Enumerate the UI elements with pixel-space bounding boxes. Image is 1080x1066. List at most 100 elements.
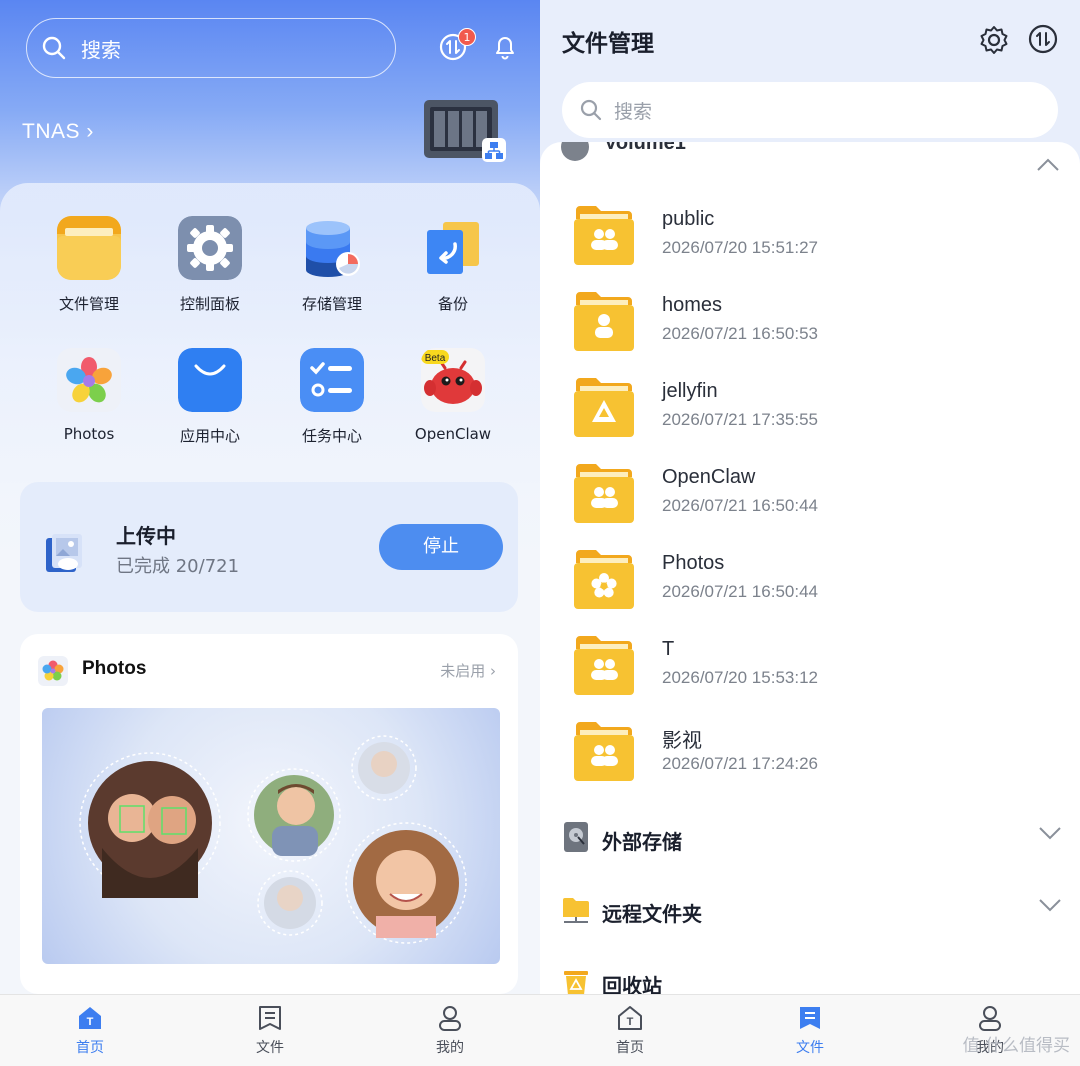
photos-status-link[interactable]: 未启用 › <box>440 660 496 681</box>
remote-folder-icon <box>563 898 589 923</box>
search-bar[interactable]: 搜索 <box>562 82 1058 138</box>
folder-time: 2026/07/21 17:24:26 <box>662 754 818 773</box>
folder-name: jellyfin <box>662 380 718 402</box>
section-remote-folder[interactable]: 远程文件夹 <box>562 894 1062 934</box>
section-label: 远程文件夹 <box>602 902 702 926</box>
app-app-center[interactable]: 应用中心 <box>155 348 265 446</box>
app-photos[interactable]: Photos <box>34 348 144 443</box>
app-label: 控制面板 <box>179 295 240 313</box>
photos-card[interactable]: Photos 未启用 › <box>20 634 518 994</box>
beta-badge: Beta <box>425 353 446 364</box>
bell-icon[interactable] <box>490 32 520 62</box>
search-placeholder: 搜索 <box>614 100 653 123</box>
nav-files[interactable]: 文件 <box>770 1005 850 1057</box>
volume-label: Volume1 <box>604 142 686 154</box>
app-label: 应用中心 <box>179 427 240 445</box>
transfer-icon[interactable] <box>1028 24 1058 54</box>
folder-row[interactable]: T 2026/07/20 15:53:12 <box>574 634 1054 704</box>
search-bar[interactable]: 搜索 <box>26 18 396 78</box>
profile-icon <box>979 1006 1001 1031</box>
home-screen: 搜索 1 TNAS › 文件管理 控制面板 存储管理 备份 Photos 应用中… <box>0 0 540 1066</box>
app-openclaw[interactable]: Beta OpenClaw <box>398 348 508 443</box>
storage-manager-icon <box>306 221 360 277</box>
app-label: 备份 <box>437 295 468 313</box>
folder-time: 2026/07/21 16:50:53 <box>662 324 818 343</box>
files-icon <box>800 1007 820 1029</box>
app-label: OpenClaw <box>414 425 492 443</box>
upload-progress-card[interactable]: 上传中 已完成 20/721 停止 <box>20 482 518 612</box>
stop-upload-button[interactable]: 停止 <box>379 524 503 570</box>
device-name: TNAS <box>22 120 81 143</box>
photos-status: 未启用 <box>440 662 486 680</box>
folder-time: 2026/07/20 15:53:12 <box>662 668 818 687</box>
app-backup[interactable]: 备份 <box>398 216 508 314</box>
file-list: Volume1 public 2026/07/20 15:51:27 homes… <box>540 142 1080 994</box>
photos-title: Photos <box>82 658 147 679</box>
volume-header[interactable]: Volume1 <box>560 142 1060 176</box>
home-icon: T <box>79 1007 101 1029</box>
folder-name: public <box>662 208 715 230</box>
nav-label: 文件 <box>796 1040 824 1056</box>
nav-files[interactable]: 文件 <box>230 1005 310 1057</box>
openclaw-icon: Beta <box>421 348 485 412</box>
section-external-storage[interactable]: 外部存储 <box>562 822 1062 862</box>
file-manager-screen: 文件管理 搜索 Volume1 public 2026/07/20 15:51:… <box>540 0 1080 1066</box>
device-link[interactable]: TNAS › <box>22 120 94 144</box>
folder-row[interactable]: jellyfin 2026/07/21 17:35:55 <box>574 376 1054 446</box>
recycle-bin-icon <box>564 971 588 994</box>
page-title: 文件管理 <box>562 31 654 57</box>
face-recognition-illustration <box>79 735 467 944</box>
app-storage-manager[interactable]: 存储管理 <box>277 216 387 314</box>
nav-profile[interactable]: 我的 <box>410 1005 490 1057</box>
chevron-right-icon: › <box>80 120 94 143</box>
photos-folder-icon <box>574 550 634 609</box>
folder-row[interactable]: 影视 2026/07/21 17:24:26 <box>574 720 1054 790</box>
nav-home[interactable]: T 首页 <box>590 1005 670 1057</box>
folder-name: homes <box>662 294 723 316</box>
app-label: 存储管理 <box>301 295 362 313</box>
folder-name: OpenClaw <box>662 466 756 488</box>
app-file-manager[interactable]: 文件管理 <box>34 216 144 314</box>
photos-icon <box>38 656 68 686</box>
app-label: Photos <box>63 425 115 443</box>
folder-row[interactable]: Photos 2026/07/21 16:50:44 <box>574 548 1054 618</box>
section-label: 外部存储 <box>602 830 682 854</box>
app-task-center[interactable]: 任务中心 <box>277 348 387 446</box>
task-center-icon <box>300 348 364 412</box>
nav-label: 首页 <box>76 1040 104 1056</box>
app-center-icon <box>178 348 242 412</box>
folder-time: 2026/07/21 16:50:44 <box>662 582 818 601</box>
nas-device-image <box>424 100 506 162</box>
folder-time: 2026/07/21 17:35:55 <box>662 410 818 429</box>
section-recycle-bin[interactable]: 回收站 <box>562 966 1062 994</box>
photos-app-icon <box>57 348 121 412</box>
folder-time: 2026/07/20 15:51:27 <box>662 238 818 257</box>
upload-progress: 已完成 20/721 <box>116 556 240 577</box>
folder-row[interactable]: OpenClaw 2026/07/21 16:50:44 <box>574 462 1054 532</box>
search-placeholder: 搜索 <box>81 37 121 62</box>
folder-row[interactable]: homes 2026/07/21 16:50:53 <box>574 290 1054 360</box>
app-label: 任务中心 <box>301 427 362 445</box>
photos-banner <box>42 708 500 964</box>
app-label: 文件管理 <box>58 295 119 313</box>
files-icon <box>259 1006 281 1030</box>
notification-badge: 1 <box>458 28 476 46</box>
nav-label: 文件 <box>256 1040 284 1056</box>
folder-name: 影视 <box>662 730 702 752</box>
shared-folder-icon <box>574 636 634 695</box>
nav-label: 我的 <box>436 1040 464 1056</box>
user-folder-icon <box>574 292 634 351</box>
control-panel-icon <box>178 216 242 280</box>
upload-title: 上传中 <box>116 524 176 548</box>
search-icon <box>580 99 602 121</box>
gear-icon[interactable] <box>978 24 1010 56</box>
nav-home[interactable]: T 首页 <box>50 1005 130 1057</box>
profile-icon <box>439 1006 461 1031</box>
app-control-panel[interactable]: 控制面板 <box>155 216 265 314</box>
volume-icon <box>561 142 589 161</box>
folder-row[interactable]: public 2026/07/20 15:51:27 <box>574 204 1054 274</box>
chevron-up-icon[interactable] <box>1036 158 1060 172</box>
shared-folder-icon <box>574 722 634 781</box>
chevron-down-icon <box>1039 899 1061 912</box>
chevron-right-icon: › <box>485 662 496 680</box>
